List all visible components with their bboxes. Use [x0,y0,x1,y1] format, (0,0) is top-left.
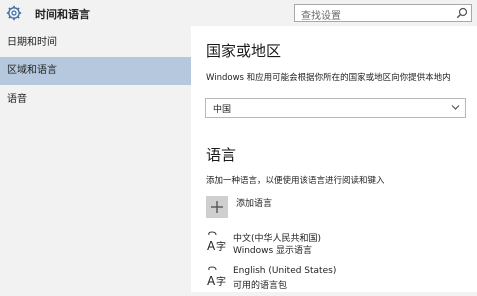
main-content: 国家或地区 Windows 和应用可能会根据你所在的国家或地区向你提供本地内 中… [191,26,477,292]
sidebar-item-date-time[interactable]: 日期和时间 [0,29,191,57]
language-icon: A 字 [207,266,226,288]
region-description: Windows 和应用可能会根据你所在的国家或地区向你提供本地内 [206,73,451,83]
region-section-title: 国家或地区 [206,42,282,60]
plus-icon [211,201,223,213]
language-status: Windows 显示语言 [233,246,313,256]
window-header: 时间和语言 查找设置 [0,0,477,26]
language-item-chinese[interactable]: A 字 中文(中华人民共和国) Windows 显示语言 [206,231,466,261]
search-placeholder: 查找设置 [301,11,341,22]
svg-text:字: 字 [216,240,226,253]
add-language-button[interactable] [206,196,228,218]
language-name: English (United States) [233,266,337,276]
svg-text:字: 字 [216,275,226,288]
search-input[interactable]: 查找设置 [294,4,472,22]
gear-icon[interactable] [6,5,22,21]
country-dropdown[interactable]: 中国 [205,98,466,118]
sidebar-item-region-language[interactable]: 区域和语言 [0,57,191,85]
language-icon: A 字 [207,231,226,253]
chevron-down-icon [451,105,460,110]
sidebar-item-speech[interactable]: 语音 [0,86,191,114]
sidebar: 日期和时间 区域和语言 语音 [0,26,191,292]
search-icon[interactable] [456,7,468,19]
language-section-title: 语言 [206,146,237,164]
language-description: 添加一种语言，以便使用该语言进行阅读和键入 [206,176,385,186]
country-selected-value: 中国 [213,105,232,115]
page-title: 时间和语言 [35,8,90,21]
svg-text:A: A [207,239,216,253]
svg-text:A: A [207,274,216,288]
language-status: 可用的语言包 [233,281,288,291]
add-language-label[interactable]: 添加语言 [236,196,272,209]
